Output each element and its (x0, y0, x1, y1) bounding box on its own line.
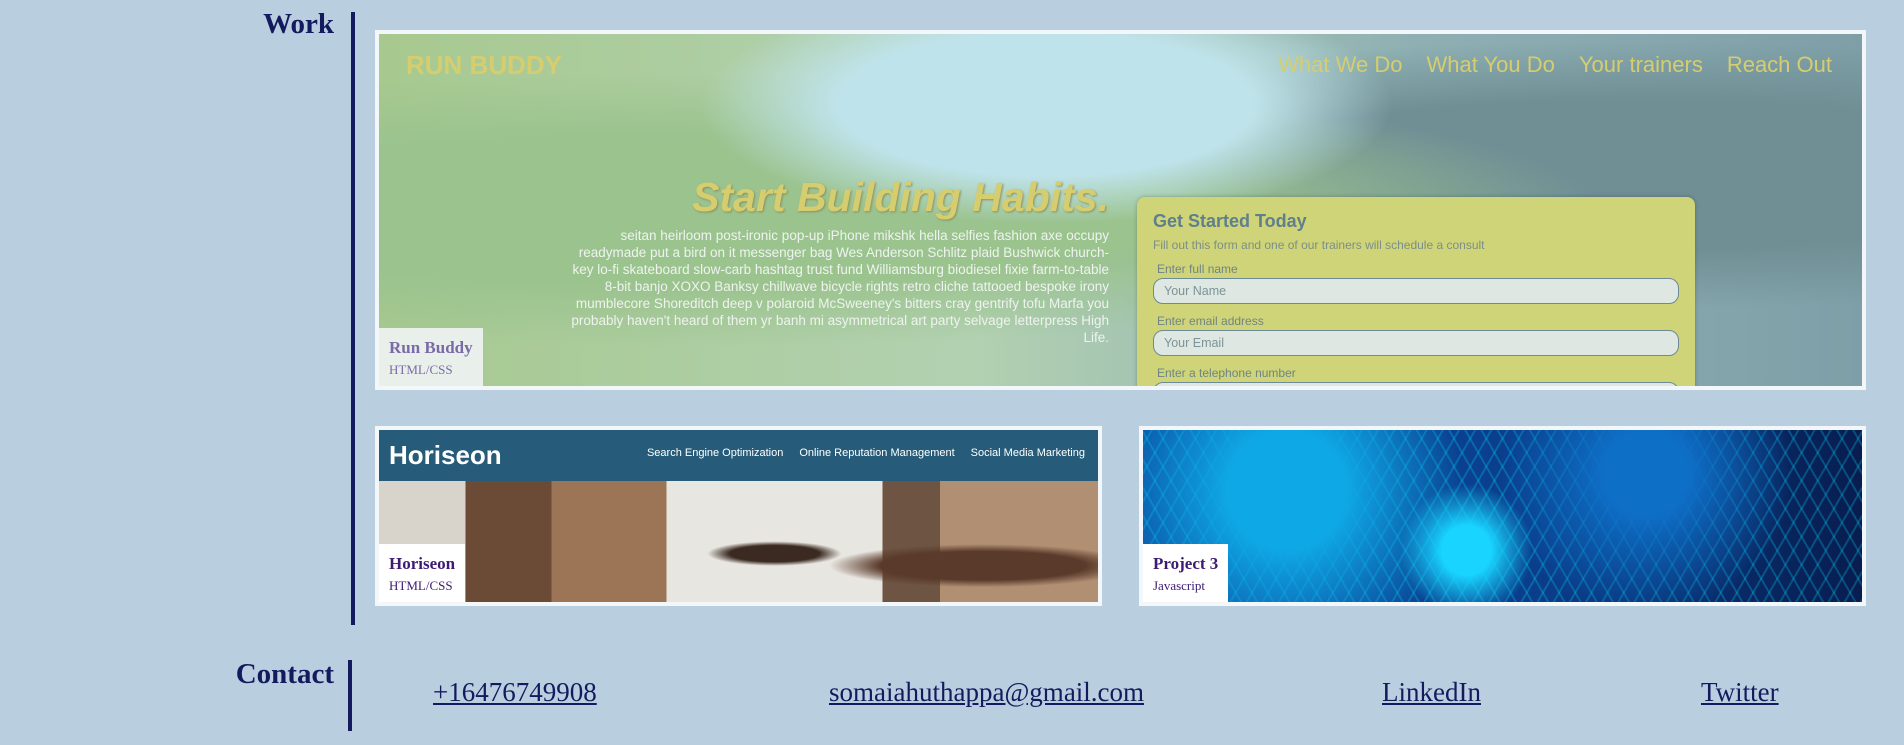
project-tech: Javascript (1153, 578, 1205, 593)
circuit-board-image (1143, 430, 1862, 602)
project-tech: HTML/CSS (389, 578, 453, 593)
project-caption: Project 3 Javascript (1143, 544, 1229, 602)
run-buddy-nav-item: Your trainers (1578, 52, 1703, 77)
run-buddy-form-label: Enter full name (1157, 262, 1238, 276)
project-card-project-3[interactable]: Project 3 Javascript (1139, 426, 1866, 606)
run-buddy-form-title: Get Started Today (1153, 211, 1307, 231)
twitter-link[interactable]: Twitter (1701, 677, 1779, 708)
project-caption: Run Buddy HTML/CSS (379, 328, 483, 386)
horiseon-header: Horiseon Search Engine Optimization Onli… (379, 430, 1098, 481)
phone-link[interactable]: +16476749908 (433, 677, 597, 708)
run-buddy-form-label: Enter email address (1157, 314, 1264, 328)
email-link[interactable]: somaiahuthappa@gmail.com (829, 677, 1144, 708)
run-buddy-form-input: Your Name (1153, 278, 1679, 304)
run-buddy-logo: RUN BUDDY (406, 50, 562, 80)
project-card-horiseon[interactable]: Horiseon Search Engine Optimization Onli… (375, 426, 1102, 606)
run-buddy-nav-item: What You Do (1426, 52, 1555, 77)
horiseon-nav-item: Social Media Marketing (970, 447, 1085, 459)
project-card-run-buddy[interactable]: RUN BUDDY What We Do What You Do Your tr… (375, 30, 1866, 390)
run-buddy-form-input (1153, 382, 1679, 386)
horiseon-nav-item: Search Engine Optimization (646, 447, 784, 459)
run-buddy-form: Get Started Today Fill out this form and… (1137, 197, 1695, 386)
run-buddy-nav: What We Do What You Do Your trainers Rea… (1278, 52, 1832, 78)
work-heading: Work (263, 8, 334, 40)
run-buddy-nav-item: What We Do (1278, 52, 1403, 77)
work-divider (351, 12, 355, 625)
horiseon-nav: Search Engine Optimization Online Reputa… (647, 447, 1085, 459)
run-buddy-hero-text: seitan heirloom post-ironic pop-up iPhon… (571, 228, 1109, 345)
run-buddy-hero-heading: Start Building Habits. (692, 174, 1109, 220)
linkedin-link[interactable]: LinkedIn (1382, 677, 1481, 708)
run-buddy-nav-item: Reach Out (1726, 52, 1832, 77)
run-buddy-hero: Start Building Habits. seitan heirloom p… (564, 174, 1109, 346)
horiseon-nav-item: Online Reputation Management (799, 447, 955, 459)
contact-divider (348, 660, 352, 731)
project-name: Project 3 (1153, 554, 1219, 573)
project-tech: HTML/CSS (389, 362, 453, 377)
project-caption: Horiseon HTML/CSS (379, 544, 466, 602)
run-buddy-form-input: Your Email (1153, 330, 1679, 356)
contact-heading: Contact (235, 658, 334, 690)
project-name: Horiseon (389, 554, 456, 573)
run-buddy-form-subtitle: Fill out this form and one of our traine… (1153, 238, 1485, 252)
project-name: Run Buddy (389, 338, 473, 357)
run-buddy-form-label: Enter a telephone number (1157, 366, 1296, 380)
horiseon-logo: Horiseon (389, 440, 502, 470)
horiseon-hero-image (379, 481, 1098, 602)
